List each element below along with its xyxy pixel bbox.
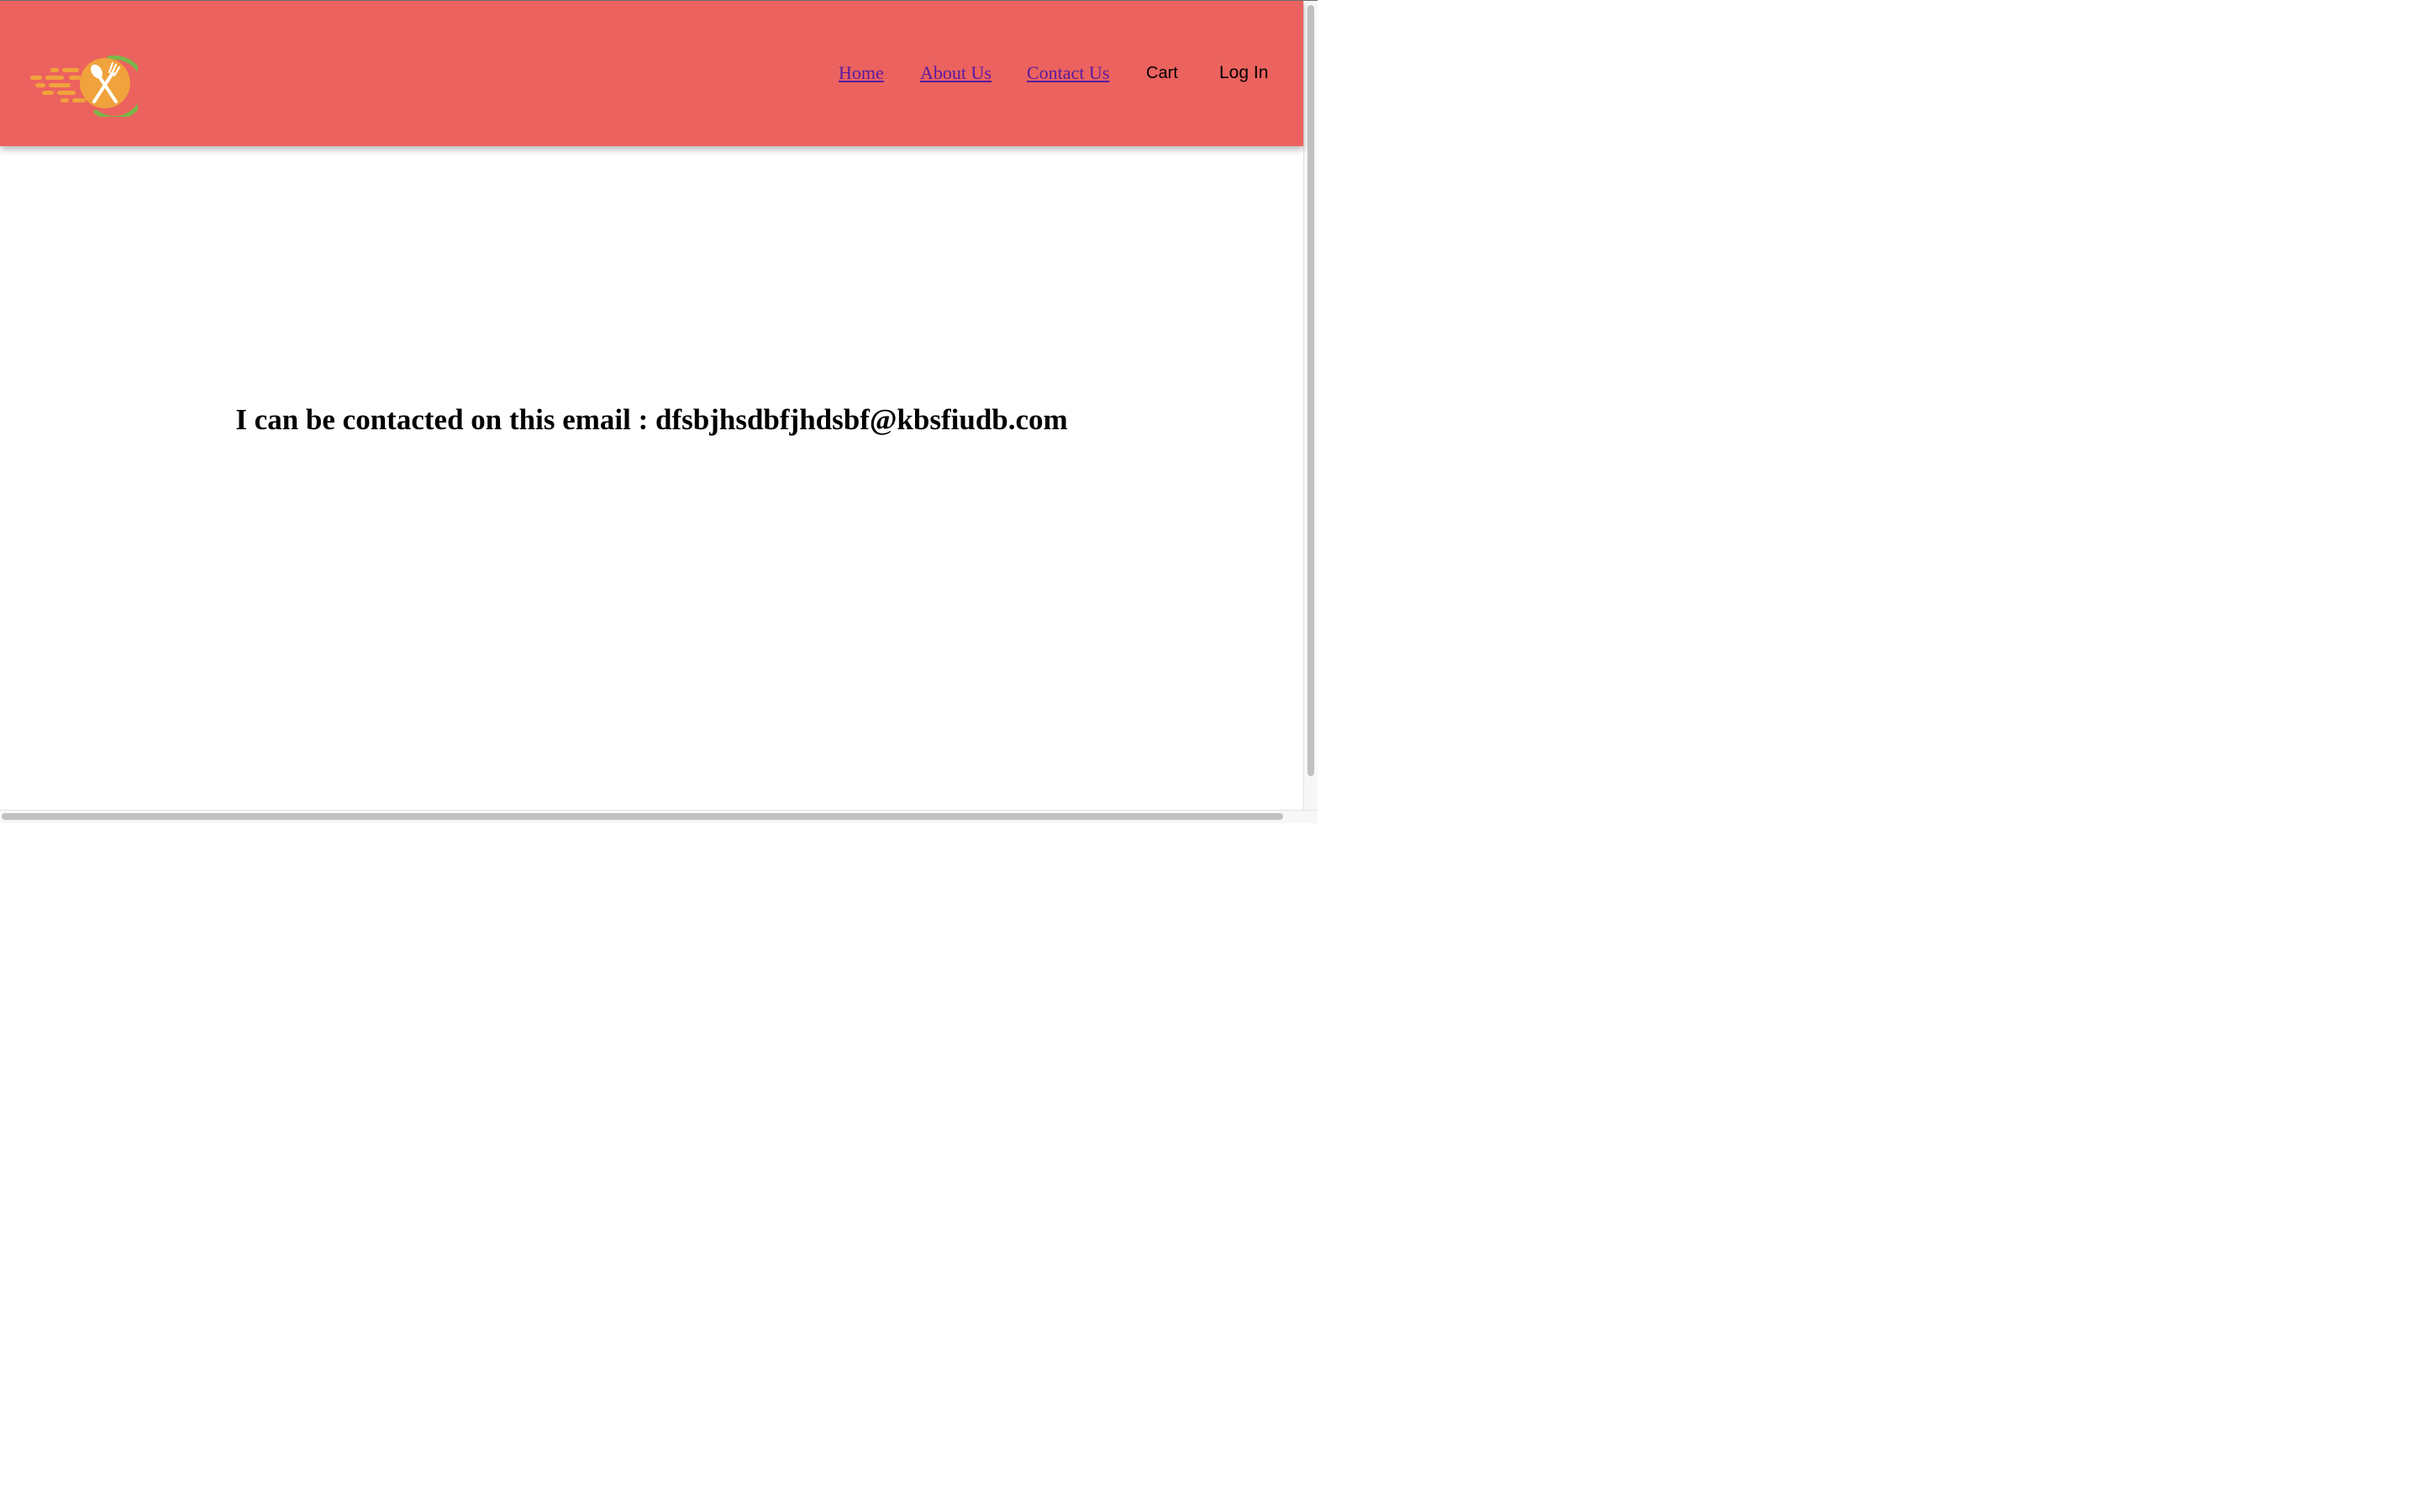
horizontal-scrollbar-thumb[interactable] [2, 813, 1283, 820]
nav-link-contact-us[interactable]: Contact Us [1027, 61, 1109, 85]
window-top-border [0, 0, 1318, 1]
page: Home About Us Contact Us Cart Log In I c… [0, 0, 1318, 823]
nav-link-home[interactable]: Home [839, 61, 884, 85]
nav-link-cart[interactable]: Cart [1146, 61, 1178, 85]
contact-email-heading: I can be contacted on this email : dfsbj… [235, 403, 1068, 436]
vertical-scrollbar-thumb[interactable] [1307, 5, 1314, 776]
site-header: Home About Us Contact Us Cart Log In [0, 1, 1303, 146]
main-nav: Home About Us Contact Us Cart Log In [0, 61, 1303, 88]
login-button[interactable]: Log In [1219, 61, 1268, 85]
nav-link-about-us[interactable]: About Us [920, 61, 992, 85]
